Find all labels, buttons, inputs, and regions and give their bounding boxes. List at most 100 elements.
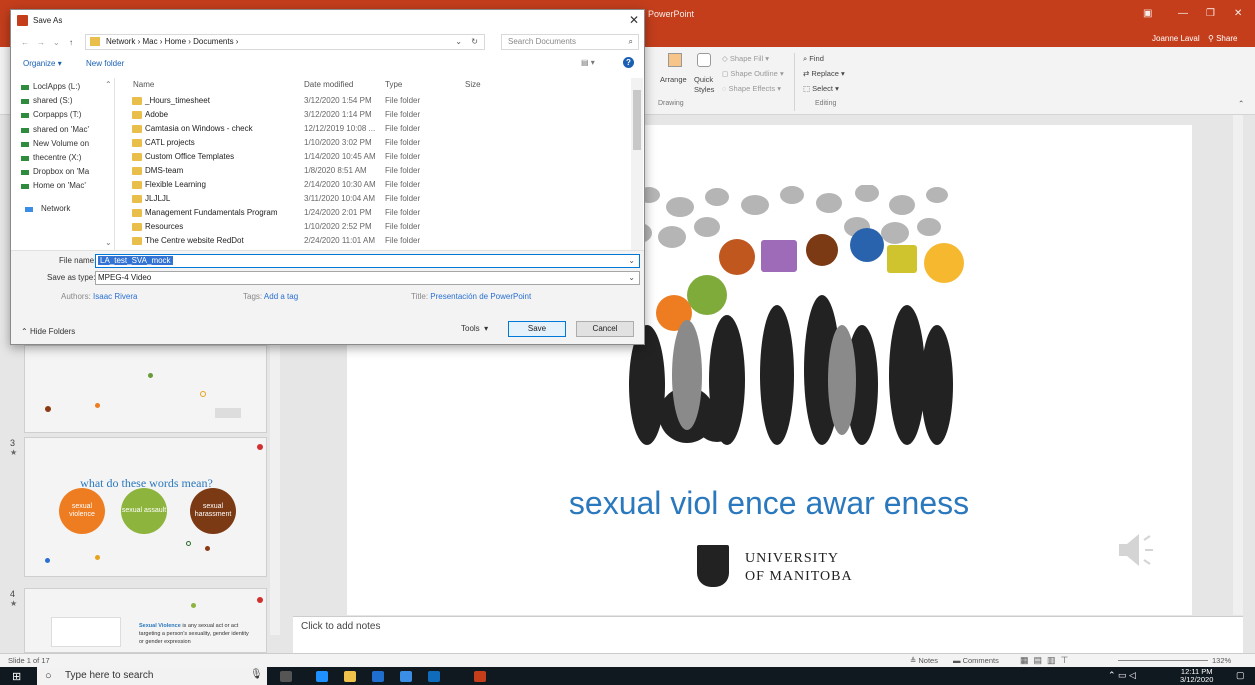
back-arrow-icon[interactable]: ← [21, 38, 29, 47]
notes-toggle[interactable]: ≜ Notes [910, 656, 938, 665]
minimize-icon[interactable]: — [1178, 8, 1188, 19]
drive-icon [21, 156, 29, 161]
file-name-input[interactable]: LA_test_SVA_mock ⌄ [95, 254, 640, 268]
close-icon[interactable]: ✕ [1234, 8, 1242, 19]
recent-dropdown-icon[interactable]: ⌄ [53, 38, 60, 47]
folder-icon [132, 237, 142, 245]
file-name-dropdown-icon[interactable]: ⌄ [628, 255, 635, 267]
save-as-type-dropdown-icon[interactable]: ⌄ [628, 272, 635, 284]
file-row[interactable]: Camtasia on Windows - check 12/12/2019 10… [123, 123, 633, 137]
find-button[interactable]: ⌕ Find [803, 54, 824, 64]
address-dropdown-icon[interactable]: ⌄ [455, 35, 462, 49]
column-size[interactable]: Size [465, 80, 481, 89]
file-date: 1/10/2020 3:02 PM [304, 138, 372, 147]
action-center-icon[interactable]: ▢ [1236, 670, 1245, 681]
system-tray-icons[interactable]: ⌃ ▭ ◁ [1108, 670, 1136, 681]
file-row[interactable]: The Centre website RedDot 2/24/2020 11:01… [123, 235, 633, 249]
tools-menu[interactable]: Tools ▾ [461, 324, 488, 333]
nav-item[interactable]: New Volume on [33, 139, 89, 148]
file-row[interactable]: Resources 1/10/2020 2:52 PM File folder [123, 221, 633, 235]
file-row[interactable]: DMS-team 1/8/2020 8:51 AM File folder [123, 165, 633, 179]
nav-item[interactable]: thecentre (X:) [33, 153, 81, 162]
file-row[interactable]: Adobe 3/12/2020 1:14 PM File folder [123, 109, 633, 123]
windows-start-icon[interactable]: ⊞ [12, 670, 21, 683]
dialog-close-button[interactable]: ✕ [629, 13, 639, 27]
task-view-icon[interactable] [280, 671, 292, 682]
nav-item[interactable]: Network [41, 204, 70, 213]
folder-icon [132, 153, 142, 161]
arrange-button[interactable]: Arrange [660, 75, 687, 84]
clock[interactable]: 12:11 PM 3/12/2020 [1180, 668, 1213, 684]
scroll-thumb[interactable] [633, 90, 641, 150]
shape-effects-button[interactable]: ◌ Shape Effects ▾ [722, 84, 781, 93]
slide-3-thumbnail[interactable]: what do these words mean? sexual violenc… [24, 437, 267, 577]
dialog-toolbar: Organize ▾ New folder ▤ ▾ ? [11, 55, 644, 75]
save-as-type-select[interactable]: MPEG-4 Video ⌄ [95, 271, 640, 285]
notes-pane[interactable]: Click to add notes [293, 616, 1243, 653]
nav-item[interactable]: shared on 'Mac' [33, 125, 89, 134]
organize-menu[interactable]: Organize ▾ [23, 59, 62, 68]
share-button[interactable]: ⚲ Share [1208, 34, 1237, 43]
slide-4-thumbnail[interactable]: Sexual Violence is any sexual act or act… [24, 588, 267, 653]
shape-outline-button[interactable]: ◻ Shape Outline ▾ [722, 69, 784, 78]
file-row[interactable]: Custom Office Templates 1/14/2020 10:45 A… [123, 151, 633, 165]
column-type[interactable]: Type [385, 80, 402, 89]
nav-scroll-up-icon[interactable]: ⌃ [105, 80, 112, 89]
file-row[interactable]: Flexible Learning 2/14/2020 10:30 AM File … [123, 179, 633, 193]
file-row[interactable]: JLJLJL 3/11/2020 10:04 AM File folder [123, 193, 633, 207]
address-bar[interactable]: Network › Mac › Home › Documents › ⌄ ↻ [85, 34, 485, 50]
nav-item[interactable]: Dropbox on 'Ma [33, 167, 89, 176]
refresh-icon[interactable]: ↻ [471, 35, 478, 49]
select-button[interactable]: ⬚ Select ▾ [803, 84, 839, 93]
slide-4-transition-icon: ★ [10, 599, 18, 608]
tags-label: Tags: [243, 292, 263, 301]
new-folder-button[interactable]: New folder [86, 59, 124, 68]
nav-item[interactable]: LoclApps (L:) [33, 82, 80, 91]
up-arrow-icon[interactable]: ↑ [69, 38, 73, 47]
column-name[interactable]: Name [133, 80, 154, 89]
file-row[interactable]: Management Fundamentals Program 1/24/2020… [123, 207, 633, 221]
store-icon[interactable] [372, 671, 384, 682]
title-field[interactable]: Title: Presentación de PowerPoint [411, 292, 531, 301]
zoom-level[interactable]: 132% [1212, 656, 1231, 665]
user-name[interactable]: Joanne Laval [1152, 34, 1200, 43]
slide-2-thumbnail[interactable] [24, 345, 267, 433]
save-button[interactable]: Save [508, 321, 566, 337]
search-documents-input[interactable]: Search Documents ⌕ [501, 34, 639, 50]
mail-icon[interactable] [400, 671, 412, 682]
zoom-slider[interactable] [1118, 660, 1208, 661]
edge-icon[interactable] [316, 671, 328, 682]
file-list-scrollbar[interactable] [631, 78, 643, 250]
column-date-modified[interactable]: Date modified [304, 80, 353, 89]
powerpoint-taskbar-icon[interactable] [474, 671, 486, 682]
nav-item[interactable]: Home on 'Mac' [33, 181, 86, 190]
quick-styles-label: Styles [694, 85, 715, 94]
file-row[interactable]: CATL projects 1/10/2020 3:02 PM File folde… [123, 137, 633, 151]
help-icon[interactable]: ? [623, 57, 634, 68]
restore-icon[interactable]: ❐ [1206, 8, 1215, 19]
forward-arrow-icon[interactable]: → [37, 38, 45, 47]
nav-item[interactable]: shared (S:) [33, 96, 73, 105]
collapse-ribbon-icon[interactable]: ⌃ [1238, 99, 1244, 108]
tags-field[interactable]: Tags: Add a tag [243, 292, 298, 301]
authors-field[interactable]: Authors: Isaac Rivera [61, 292, 138, 301]
nav-item[interactable]: Corpapps (T:) [33, 110, 81, 119]
view-buttons[interactable]: ▦ ▤ ▥ ⊤ [1020, 655, 1068, 666]
hide-folders-button[interactable]: ⌃ Hide Folders [21, 327, 75, 336]
replace-button[interactable]: ⇄ Replace ▾ [803, 69, 845, 78]
shape-fill-button[interactable]: ◇ Shape Fill ▾ [722, 54, 769, 63]
file-date: 3/12/2020 1:54 PM [304, 96, 372, 105]
nav-scroll-down-icon[interactable]: ⌄ [105, 238, 112, 247]
view-options-icon[interactable]: ▤ ▾ [581, 58, 595, 67]
speaker-audio-icon[interactable] [1117, 530, 1157, 570]
cancel-button[interactable]: Cancel [576, 321, 634, 337]
file-explorer-icon[interactable] [344, 671, 356, 682]
slide-vertical-scrollbar[interactable] [1233, 115, 1243, 615]
file-row[interactable]: _Hours_timesheet 3/12/2020 1:54 PM File fo… [123, 95, 633, 109]
taskbar-search[interactable]: ○ Type here to search [37, 667, 267, 685]
ribbon-display-icon[interactable]: ▣ [1143, 8, 1152, 19]
comments-toggle[interactable]: ▬ Comments [953, 656, 999, 665]
outlook-icon[interactable] [428, 671, 440, 682]
quick-styles-button[interactable]: Quick [694, 75, 713, 84]
microphone-icon[interactable]: 🎙 [250, 669, 263, 680]
